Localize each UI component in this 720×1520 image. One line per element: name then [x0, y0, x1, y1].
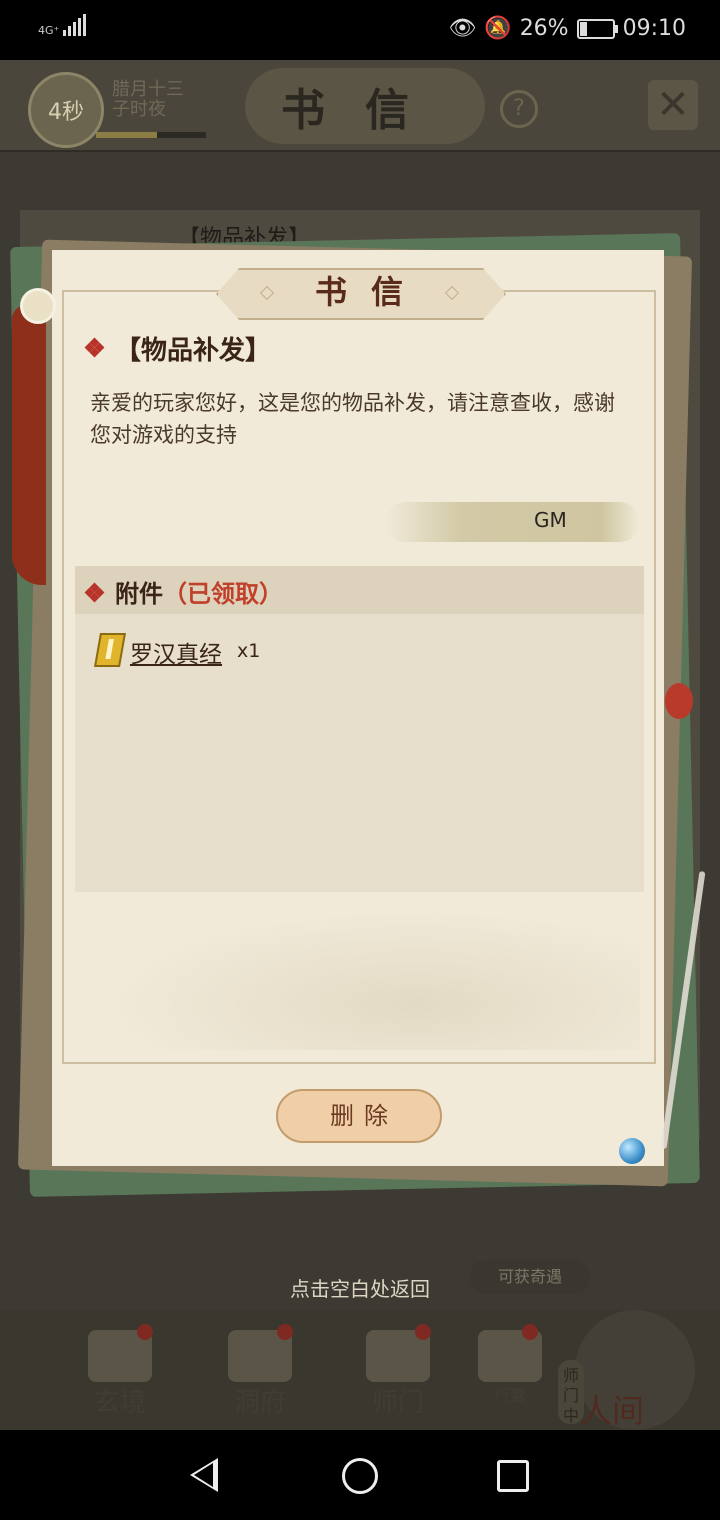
top-bar: 4秒 腊月十三 子时夜 书信 ? ✕: [0, 60, 720, 152]
shimen-status-tag: 师门中: [558, 1360, 584, 1425]
notification-dot: [277, 1324, 293, 1340]
date-line-2: 子时夜: [112, 99, 166, 120]
book-icon[interactable]: [91, 631, 127, 667]
delete-button[interactable]: 删除: [276, 1089, 442, 1143]
notification-dot: [415, 1324, 431, 1340]
clock: 09:10: [622, 16, 686, 41]
attachments-label: 附件: [115, 579, 163, 608]
attachments-panel: [75, 566, 644, 892]
back-icon[interactable]: [190, 1458, 218, 1492]
notification-dot: [137, 1324, 153, 1340]
dock-label: 洞府: [233, 1388, 286, 1418]
mail-body: 亲爱的玩家您好，这是您的物品补发，请注意查收，感谢您对游戏的支持: [90, 391, 615, 447]
countdown-progress: [96, 132, 206, 138]
notification-dot: [522, 1324, 538, 1340]
battery-icon: [576, 18, 618, 39]
close-icon[interactable]: ✕: [648, 80, 698, 130]
attachments-status: （已领取）: [163, 579, 283, 608]
jade-bead-icon: [619, 1138, 645, 1164]
dock-shimen[interactable]: 师门: [343, 1324, 453, 1425]
dock-dongfu[interactable]: 洞府: [205, 1324, 315, 1425]
ink-brush-stroke: [385, 502, 640, 542]
status-bar: 4G⁺ 👁 🔕 26% 09:10: [0, 0, 720, 60]
attachment-item-qty: x1: [237, 640, 261, 662]
help-icon[interactable]: ?: [500, 90, 538, 128]
eye-comfort-icon: 👁: [448, 16, 477, 41]
dock-label: 行囊: [493, 1386, 526, 1405]
attachments-title: 附件（已领取）: [115, 574, 283, 609]
game-date: 腊月十三 子时夜: [112, 80, 184, 120]
recent-apps-icon[interactable]: [497, 1460, 529, 1492]
attachment-item-name[interactable]: 罗汉真经: [130, 635, 222, 669]
red-ribbon: [12, 305, 46, 585]
dialog-title: 书信: [314, 273, 427, 311]
jade-knot-icon: [20, 288, 56, 324]
ink-landscape: [80, 900, 640, 1050]
diamond-bullet-icon: [84, 337, 105, 358]
dock-label: 师门: [371, 1388, 424, 1418]
system-nav-bar: [0, 1430, 720, 1520]
signal-icon: [63, 14, 87, 36]
countdown-timer: 4秒: [28, 72, 104, 148]
return-hint: 点击空白处返回: [290, 1277, 430, 1301]
screen-title: 书信: [245, 68, 485, 144]
dock-xuanjing[interactable]: 玄境: [65, 1324, 175, 1425]
network-indicator: 4G⁺: [38, 14, 87, 37]
date-line-1: 腊月十三: [112, 79, 184, 100]
diamond-bullet-icon: [84, 582, 105, 603]
bottom-dock: 玄境 洞府 师门 行囊 人间: [0, 1310, 720, 1430]
dock-label: 玄境: [93, 1388, 146, 1418]
battery-percent: 26%: [519, 16, 569, 41]
dock-xingnang[interactable]: 行囊: [460, 1324, 560, 1425]
mail-sender: GM: [534, 508, 567, 532]
home-icon[interactable]: [342, 1458, 378, 1494]
network-type: 4G⁺: [38, 24, 60, 37]
mail-subject: 【物品补发】: [115, 336, 272, 366]
mute-icon: 🔕: [484, 16, 512, 41]
dock-label: 人间: [580, 1392, 645, 1430]
red-knot: [665, 683, 693, 719]
